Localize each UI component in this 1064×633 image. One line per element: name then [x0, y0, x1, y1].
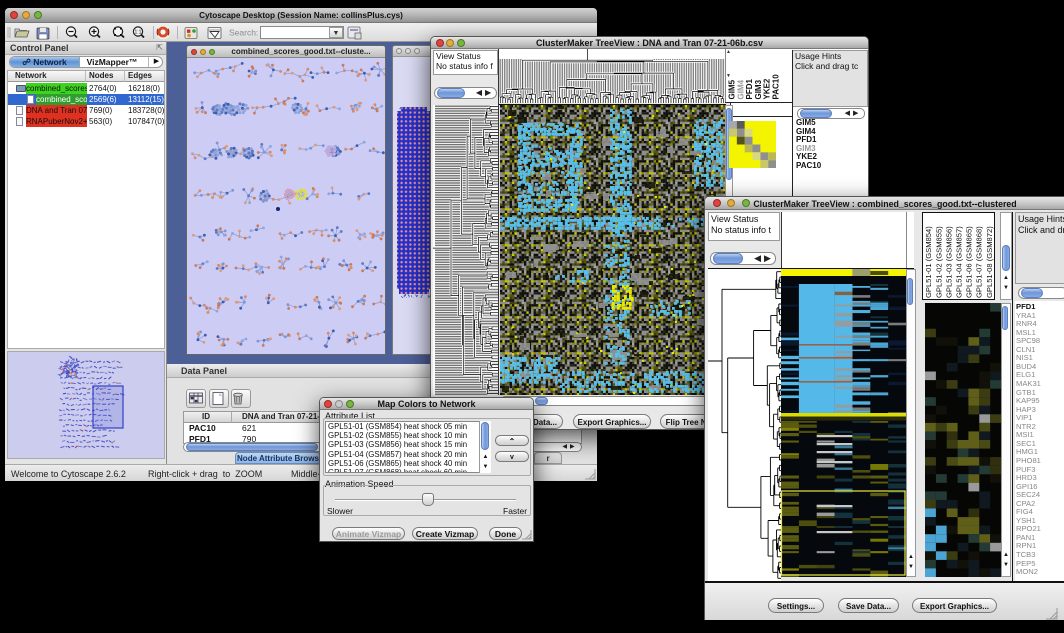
- svg-text:PFD1: PFD1: [745, 79, 754, 100]
- svg-text:YKE2: YKE2: [763, 78, 772, 99]
- svg-text:GIM3: GIM3: [754, 79, 763, 99]
- svg-text:GPL51-02 (GSM855): GPL51-02 (GSM855): [934, 226, 943, 298]
- svg-text:GPL51-06 (GSM865): GPL51-06 (GSM865): [965, 226, 974, 298]
- svg-text:GPL51-08 (GSM872): GPL51-08 (GSM872): [985, 226, 994, 298]
- svg-text:Search:: Search:: [229, 28, 258, 38]
- svg-text:PAC10: PAC10: [772, 74, 781, 100]
- svg-text:GPL51-03 (GSM856): GPL51-03 (GSM856): [944, 226, 953, 298]
- svg-text:GPL51-07 (GSM868): GPL51-07 (GSM868): [975, 226, 984, 298]
- svg-text:GIM5: GIM5: [728, 79, 737, 99]
- svg-text:GPL51-01 (GSM854): GPL51-01 (GSM854): [924, 226, 933, 298]
- svg-text:1:1: 1:1: [135, 30, 142, 36]
- svg-text:GIM4: GIM4: [736, 79, 745, 99]
- svg-text:GPL51-04 (GSM857): GPL51-04 (GSM857): [955, 226, 964, 298]
